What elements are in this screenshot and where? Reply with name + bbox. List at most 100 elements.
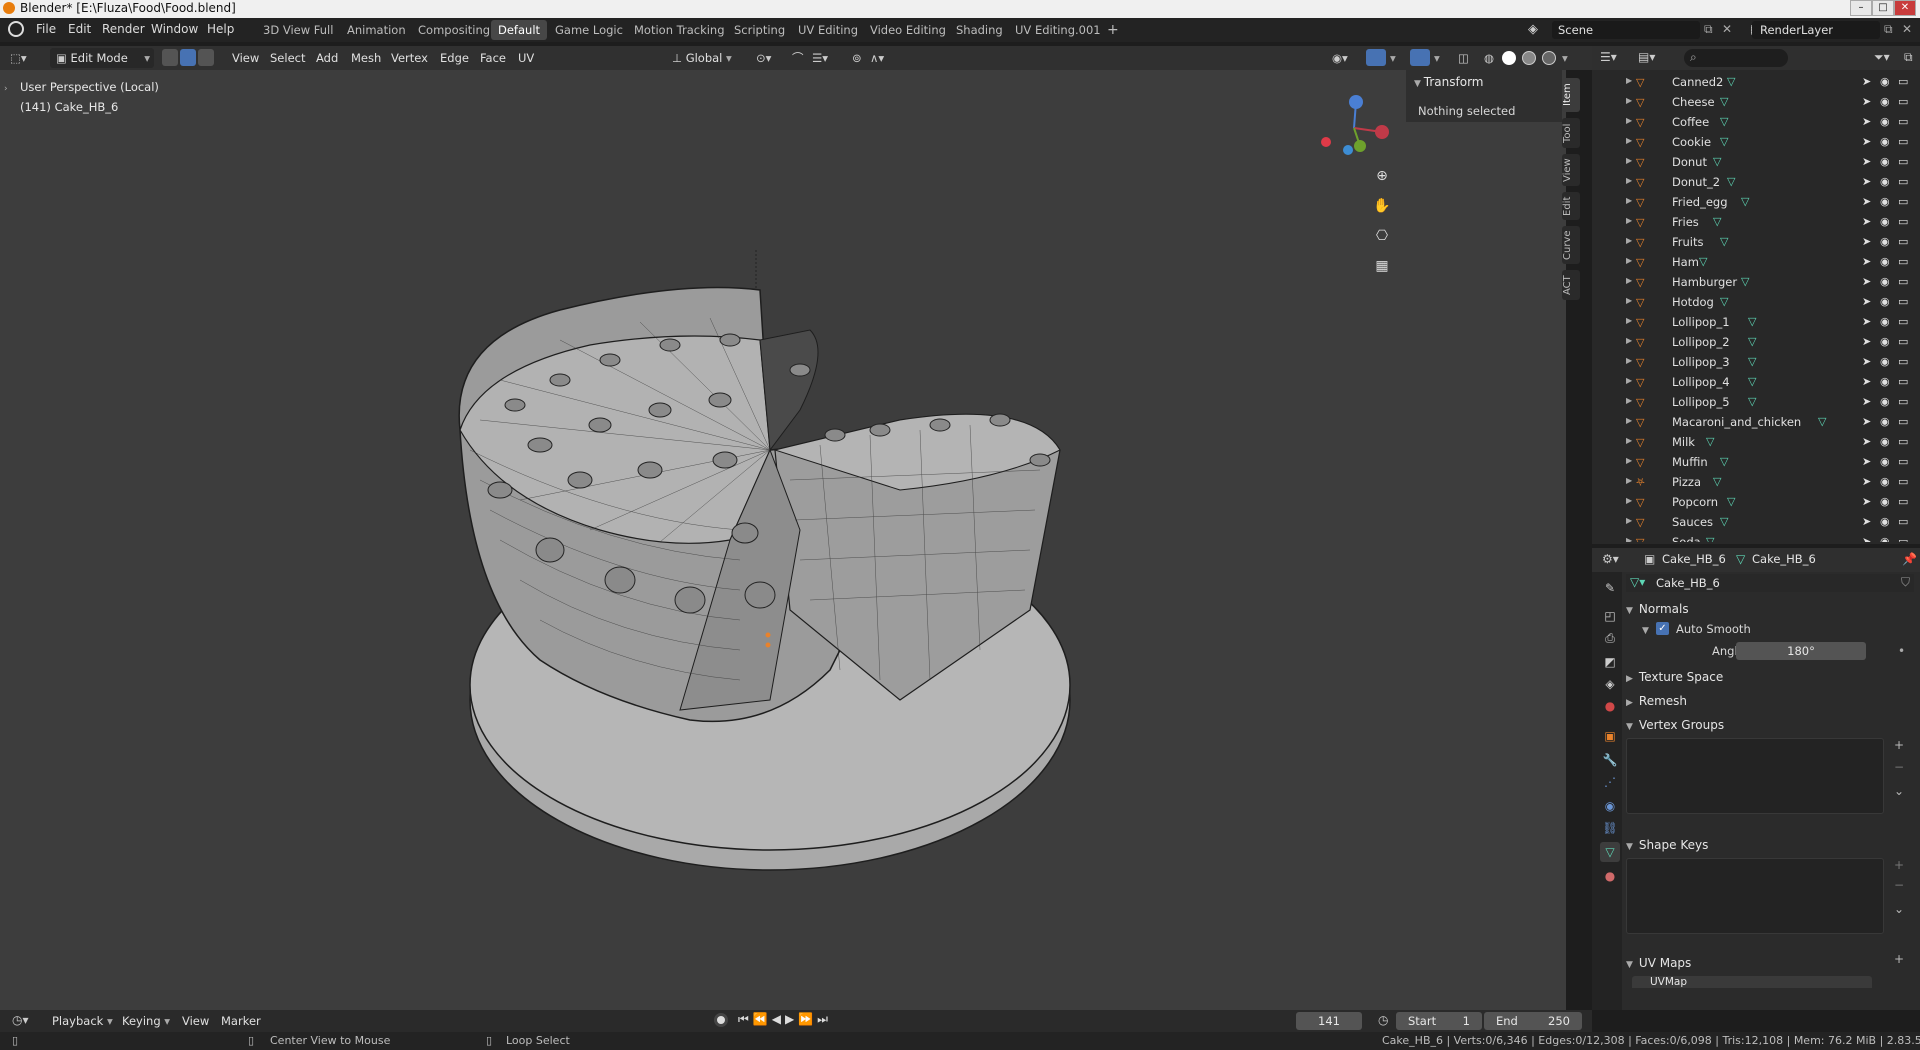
expand-arrow-icon[interactable]: ▶ bbox=[1626, 476, 1632, 485]
delete-layer-icon[interactable]: ✕ bbox=[1902, 22, 1912, 36]
world-tab-icon[interactable]: ● bbox=[1600, 696, 1620, 716]
render-camera-icon[interactable]: ▭ bbox=[1898, 375, 1908, 388]
outliner-row[interactable]: ▶ ▽ Donut ▽ ➤ ◉ ▭ bbox=[1592, 152, 1920, 172]
pin-icon[interactable]: 📌 bbox=[1902, 552, 1917, 566]
eye-icon[interactable]: ◉ bbox=[1880, 415, 1890, 428]
tab-3d-view-full[interactable]: 3D View Full bbox=[256, 20, 340, 40]
render-camera-icon[interactable]: ▭ bbox=[1898, 75, 1908, 88]
expand-arrow-icon[interactable]: ▶ bbox=[1626, 296, 1632, 305]
texture-space-header[interactable]: ▶ Texture Space bbox=[1626, 666, 1914, 688]
outliner-row[interactable]: ▶ ▽ Cookie ▽ ➤ ◉ ▭ bbox=[1592, 132, 1920, 152]
mesh-data-icon[interactable]: ▽ bbox=[1748, 315, 1756, 328]
outliner-item-name[interactable]: Soda bbox=[1672, 535, 1701, 542]
outliner-list[interactable]: ▶ ▽ Canned2 ▽ ➤ ◉ ▭ ▶ ▽ Cheese ▽ ➤ ◉ ▭ ▶ ▽ Coffee ▽ ➤ ◉ ▭ ▶ ▽ C… bbox=[1592, 72, 1920, 542]
eye-icon[interactable]: ◉ bbox=[1880, 115, 1890, 128]
select-arrow-icon[interactable]: ➤ bbox=[1862, 535, 1871, 542]
outliner-row[interactable]: ▶ ▽ Canned2 ▽ ➤ ◉ ▭ bbox=[1592, 72, 1920, 92]
eye-icon[interactable]: ◉ bbox=[1880, 315, 1890, 328]
select-arrow-icon[interactable]: ➤ bbox=[1862, 475, 1871, 488]
mesh-data-icon[interactable]: ▽ bbox=[1727, 175, 1735, 188]
remove-vertex-group-icon[interactable]: − bbox=[1894, 760, 1904, 774]
expand-arrow-icon[interactable]: ▶ bbox=[1626, 236, 1632, 245]
outliner-item-name[interactable]: Coffee bbox=[1672, 115, 1709, 129]
breadcrumb-mesh[interactable]: Cake_HB_6 bbox=[1752, 552, 1816, 566]
record-icon[interactable] bbox=[714, 1013, 728, 1027]
expand-arrow-icon[interactable]: ▶ bbox=[1626, 316, 1632, 325]
outliner-row[interactable]: ▶ ▽ Lollipop_1 ▽ ➤ ◉ ▭ bbox=[1592, 312, 1920, 332]
mesh-data-icon[interactable]: ▽ bbox=[1727, 495, 1735, 508]
tab-uv-editing-001[interactable]: UV Editing.001 bbox=[1008, 20, 1108, 40]
view-layer-tab-icon[interactable]: ◩ bbox=[1600, 652, 1620, 672]
mesh-data-icon[interactable]: ▽ bbox=[1720, 135, 1728, 148]
datablock-selector[interactable]: ▽▾ Cake_HB_6 ⛉ bbox=[1626, 574, 1914, 592]
mesh-data-icon[interactable]: ▽ bbox=[1720, 95, 1728, 108]
chevron-down-icon[interactable]: ▾ bbox=[1390, 48, 1396, 68]
render-camera-icon[interactable]: ▭ bbox=[1898, 435, 1908, 448]
eye-icon[interactable]: ◉ bbox=[1880, 175, 1890, 188]
mesh-data-icon[interactable]: ▽ bbox=[1706, 435, 1714, 448]
outliner-row[interactable]: ▶ ▽ Sauces ▽ ➤ ◉ ▭ bbox=[1592, 512, 1920, 532]
uv-map-item[interactable]: UVMap bbox=[1632, 976, 1872, 988]
proportional-edit-icon[interactable]: ⊚ bbox=[852, 48, 862, 68]
gizmo-neg-y-icon[interactable] bbox=[1343, 145, 1353, 155]
tab-view[interactable]: View bbox=[1562, 154, 1580, 186]
outliner-item-name[interactable]: Lollipop_4 bbox=[1672, 375, 1730, 389]
outliner-item-name[interactable]: Lollipop_2 bbox=[1672, 335, 1730, 349]
expand-arrow-icon[interactable]: ▶ bbox=[1626, 136, 1632, 145]
expand-arrow-icon[interactable]: ▶ bbox=[1626, 396, 1632, 405]
timeline-view-menu[interactable]: View bbox=[182, 1011, 209, 1031]
render-camera-icon[interactable]: ▭ bbox=[1898, 155, 1908, 168]
shape-keys-list[interactable] bbox=[1626, 858, 1884, 934]
edge-select-toggle[interactable] bbox=[180, 49, 196, 66]
eye-icon[interactable]: ◉ bbox=[1880, 355, 1890, 368]
outliner-row[interactable]: ▶ ▽ Lollipop_5 ▽ ➤ ◉ ▭ bbox=[1592, 392, 1920, 412]
fake-user-icon[interactable]: ⛉ bbox=[1901, 575, 1910, 590]
eye-icon[interactable]: ◉ bbox=[1880, 435, 1890, 448]
menu-window[interactable]: Window bbox=[151, 22, 198, 36]
tab-edit[interactable]: Edit bbox=[1562, 192, 1580, 220]
select-arrow-icon[interactable]: ➤ bbox=[1862, 375, 1871, 388]
outliner-item-name[interactable]: Hotdog bbox=[1672, 295, 1714, 309]
end-frame-field[interactable]: End 250 bbox=[1484, 1012, 1582, 1030]
editor-type-icon[interactable]: ⬚▾ bbox=[10, 48, 27, 68]
snap-target-icon[interactable]: ☰▾ bbox=[812, 48, 828, 68]
overlay-toggle[interactable] bbox=[1410, 49, 1430, 66]
outliner-row[interactable]: ▶ ▽ Milk ▽ ➤ ◉ ▭ bbox=[1592, 432, 1920, 452]
auto-smooth-checkbox[interactable]: ✓ bbox=[1656, 622, 1669, 635]
mesh-data-icon[interactable]: ▽ bbox=[1741, 275, 1749, 288]
render-layer-field[interactable]: RenderLayer bbox=[1752, 21, 1880, 39]
render-camera-icon[interactable]: ▭ bbox=[1898, 415, 1908, 428]
gizmo-toggle[interactable] bbox=[1366, 49, 1386, 66]
expand-arrow-icon[interactable]: ▶ bbox=[1626, 496, 1632, 505]
marker-menu[interactable]: Marker bbox=[221, 1011, 261, 1031]
tab-tool[interactable]: Tool bbox=[1562, 118, 1580, 148]
tab-game-logic[interactable]: Game Logic bbox=[548, 20, 630, 40]
render-camera-icon[interactable]: ▭ bbox=[1898, 195, 1908, 208]
select-arrow-icon[interactable]: ➤ bbox=[1862, 235, 1871, 248]
vertex-group-menu-icon[interactable]: ⌄ bbox=[1894, 784, 1904, 798]
new-collection-icon[interactable]: ⧉ bbox=[1904, 50, 1913, 65]
select-arrow-icon[interactable]: ➤ bbox=[1862, 195, 1871, 208]
render-camera-icon[interactable]: ▭ bbox=[1898, 175, 1908, 188]
render-camera-icon[interactable]: ▭ bbox=[1898, 295, 1908, 308]
select-arrow-icon[interactable]: ➤ bbox=[1862, 495, 1871, 508]
select-arrow-icon[interactable]: ➤ bbox=[1862, 435, 1871, 448]
select-arrow-icon[interactable]: ➤ bbox=[1862, 335, 1871, 348]
outliner-type-icon[interactable]: ☰▾ bbox=[1600, 50, 1617, 64]
eye-icon[interactable]: ◉ bbox=[1880, 275, 1890, 288]
render-camera-icon[interactable]: ▭ bbox=[1898, 135, 1908, 148]
blender-menu-icon[interactable] bbox=[8, 21, 24, 37]
expand-arrow-icon[interactable]: ▶ bbox=[1626, 216, 1632, 225]
expand-arrow-icon[interactable]: ▶ bbox=[1626, 96, 1632, 105]
expand-arrow-icon[interactable]: ▶ bbox=[1626, 376, 1632, 385]
menu-render[interactable]: Render bbox=[102, 22, 145, 36]
outliner-item-name[interactable]: Sauces bbox=[1672, 515, 1713, 529]
outliner-row[interactable]: ▶ ▽ Lollipop_3 ▽ ➤ ◉ ▭ bbox=[1592, 352, 1920, 372]
header-menu-add[interactable]: Add bbox=[316, 48, 338, 68]
mesh-data-icon[interactable]: ▽ bbox=[1720, 235, 1728, 248]
outliner-row[interactable]: ▶ ▽ Hotdog ▽ ➤ ◉ ▭ bbox=[1592, 292, 1920, 312]
outliner-item-name[interactable]: Fries bbox=[1672, 215, 1699, 229]
expand-arrow-icon[interactable]: ▶ bbox=[1626, 536, 1632, 542]
render-camera-icon[interactable]: ▭ bbox=[1898, 315, 1908, 328]
eye-icon[interactable]: ◉ bbox=[1880, 515, 1890, 528]
